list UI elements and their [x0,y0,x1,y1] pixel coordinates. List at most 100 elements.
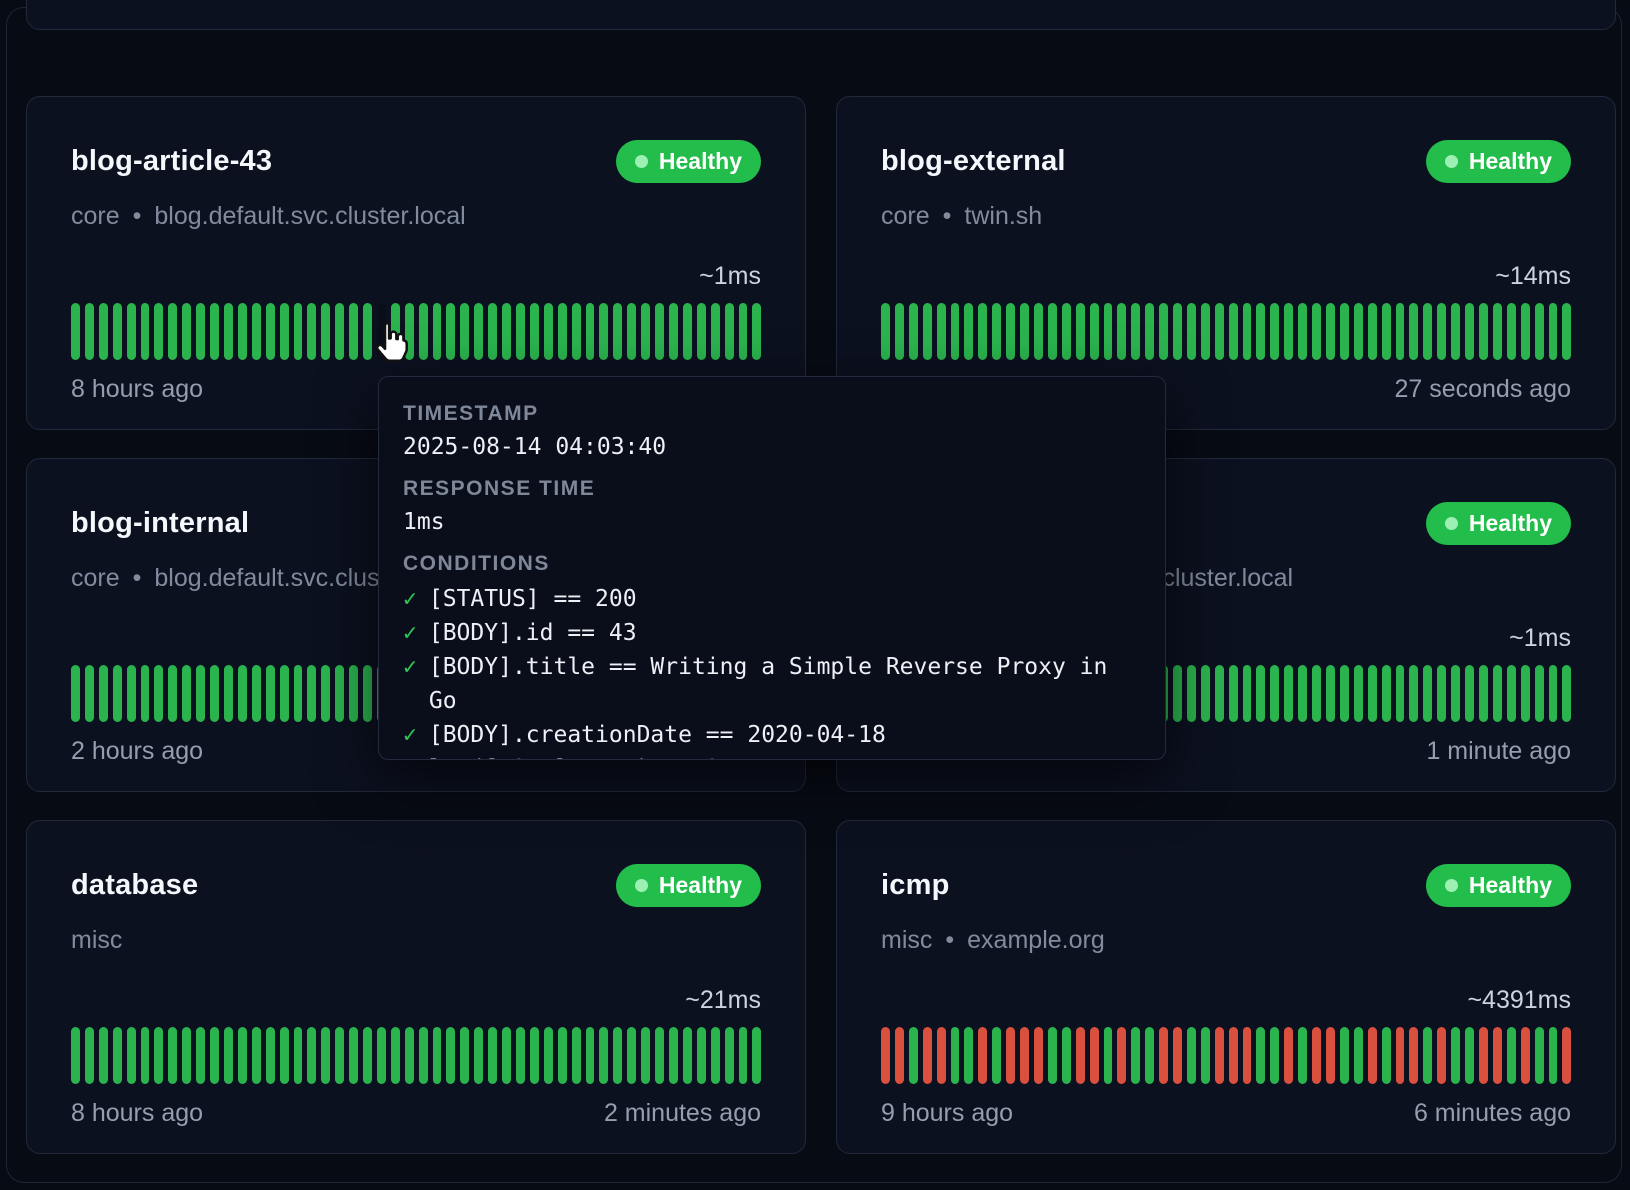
status-bar[interactable] [516,1027,525,1084]
status-bar[interactable] [1201,665,1210,722]
status-bar[interactable] [85,665,94,722]
status-bar[interactable] [752,1027,761,1084]
status-bar[interactable] [224,665,233,722]
status-bar[interactable] [238,1027,247,1084]
status-bar[interactable] [711,1027,720,1084]
status-bar[interactable] [1465,1027,1474,1084]
status-bar[interactable] [502,303,511,360]
status-bar[interactable] [697,1027,706,1084]
status-bar[interactable] [377,1027,386,1084]
status-bar[interactable] [1187,665,1196,722]
status-bar[interactable] [224,303,233,360]
status-bar[interactable] [641,1027,650,1084]
status-bar[interactable] [978,1027,987,1084]
status-bar[interactable] [321,1027,330,1084]
status-bar[interactable] [113,665,122,722]
status-bar[interactable] [154,665,163,722]
status-bar[interactable] [1201,1027,1210,1084]
status-bar[interactable] [335,665,344,722]
status-bar[interactable] [1020,1027,1029,1084]
status-bar[interactable] [1340,303,1349,360]
status-bar[interactable] [1284,1027,1293,1084]
status-bar[interactable] [1562,665,1571,722]
status-bar[interactable] [1131,1027,1140,1084]
status-bar[interactable] [1479,665,1488,722]
status-bar[interactable] [516,303,525,360]
status-bar[interactable] [266,303,275,360]
status-bar[interactable] [182,1027,191,1084]
status-bar[interactable] [1396,665,1405,722]
status-bar[interactable] [280,665,289,722]
status-bar[interactable] [992,1027,1001,1084]
status-bar[interactable] [669,303,678,360]
status-bar[interactable] [895,1027,904,1084]
status-bar[interactable] [210,303,219,360]
status-bar[interactable] [1465,303,1474,360]
status-bar[interactable] [725,303,734,360]
status-bar[interactable] [71,1027,80,1084]
status-bar[interactable] [294,665,303,722]
status-bar[interactable] [586,1027,595,1084]
status-bar[interactable] [1354,1027,1363,1084]
status-bar[interactable] [1368,303,1377,360]
status-bar[interactable] [599,303,608,360]
status-bar[interactable] [1243,303,1252,360]
status-bar[interactable] [1187,1027,1196,1084]
status-bar[interactable] [1034,303,1043,360]
status-bar[interactable] [99,303,108,360]
status-bar[interactable] [85,303,94,360]
status-bar[interactable] [1229,665,1238,722]
status-bar[interactable] [141,1027,150,1084]
status-bar[interactable] [252,1027,261,1084]
status-bar[interactable] [697,303,706,360]
status-bar[interactable] [446,303,455,360]
status-bar[interactable] [1270,1027,1279,1084]
status-bar[interactable] [1159,303,1168,360]
status-bar[interactable] [881,303,890,360]
status-bar[interactable] [1034,1027,1043,1084]
status-bar[interactable] [196,303,205,360]
status-bar[interactable] [433,1027,442,1084]
status-bar[interactable] [1256,665,1265,722]
status-bar[interactable] [210,1027,219,1084]
status-bar[interactable] [1465,665,1474,722]
status-bar[interactable] [641,303,650,360]
status-bar[interactable] [1298,1027,1307,1084]
status-bar[interactable] [1535,1027,1544,1084]
status-bar[interactable] [530,303,539,360]
status-bar[interactable] [1229,303,1238,360]
status-bar[interactable] [951,303,960,360]
status-bar[interactable] [321,303,330,360]
status-bar[interactable] [363,303,372,360]
status-bar[interactable] [1521,665,1530,722]
status-bar[interactable] [280,1027,289,1084]
status-bar[interactable] [599,1027,608,1084]
status-bar[interactable] [71,303,80,360]
status-bar[interactable] [252,665,261,722]
status-bar[interactable] [1549,1027,1558,1084]
status-bar[interactable] [1423,1027,1432,1084]
status-bar[interactable] [1437,303,1446,360]
status-bar[interactable] [1076,1027,1085,1084]
status-bar[interactable] [182,665,191,722]
status-bar[interactable] [1256,1027,1265,1084]
status-bar[interactable] [895,303,904,360]
endpoint-card-database[interactable]: database Healthy misc ~21ms 8 hours ago … [26,820,806,1154]
status-bar[interactable] [1187,303,1196,360]
status-bar[interactable] [1270,665,1279,722]
status-bar[interactable] [1104,1027,1113,1084]
status-bar[interactable] [937,1027,946,1084]
status-bar[interactable] [1131,303,1140,360]
status-bar[interactable] [1549,665,1558,722]
status-bar[interactable] [544,303,553,360]
status-bar[interactable] [1076,303,1085,360]
status-bar[interactable] [1493,665,1502,722]
status-bar[interactable] [1396,303,1405,360]
status-bar[interactable] [238,665,247,722]
status-bar[interactable] [627,1027,636,1084]
status-bar[interactable] [1006,1027,1015,1084]
status-bar[interactable] [280,303,289,360]
status-bar[interactable] [1117,303,1126,360]
status-bar[interactable] [1173,303,1182,360]
status-bar[interactable] [460,1027,469,1084]
